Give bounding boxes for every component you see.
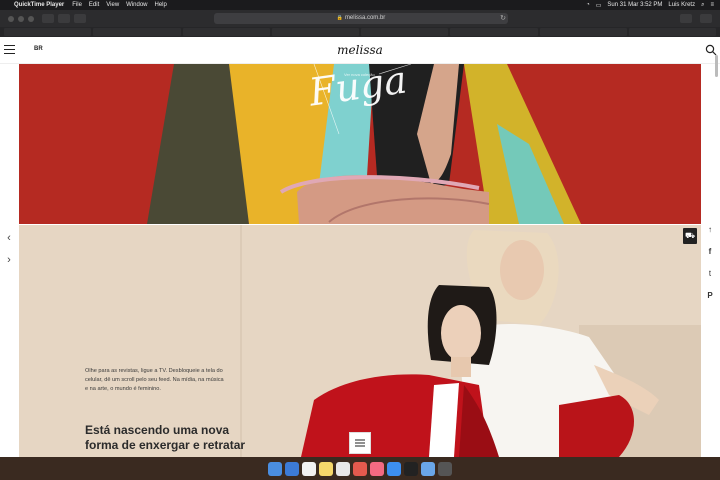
close-window-button[interactable] [8,15,14,22]
menu-app-name[interactable]: QuickTime Player [14,2,64,8]
finder-icon[interactable] [268,461,282,476]
twitter-icon[interactable]: t [709,267,711,281]
notes-icon[interactable] [319,461,333,476]
carousel-next-arrow-icon[interactable]: › [2,251,16,269]
music-icon[interactable] [370,461,384,476]
app-store-icon[interactable] [387,461,401,476]
stack-menu-button[interactable] [349,432,371,454]
editorial-body-copy: Olhe para as revistas, ligue a TV. Desbl… [85,368,224,392]
tab[interactable] [361,28,449,36]
hero-banner-collection[interactable]: Fuga Ver nova coleção [19,64,701,224]
menu-help[interactable]: Help [155,2,167,8]
forward-button[interactable] [58,14,70,23]
tab[interactable] [93,28,181,36]
browser-toolbar: 🔒 melissa.com.br ↻ [0,10,720,27]
site-logo[interactable]: melissa [0,43,720,57]
hero-small-link[interactable]: Ver nova coleção [344,72,375,77]
tab[interactable] [628,28,716,36]
menu-edit[interactable]: Edit [89,2,99,8]
tab[interactable] [4,28,92,36]
address-text: melissa.com.br [344,15,386,21]
wifi-icon[interactable]: ◔ [586,2,590,8]
web-page: BR melissa Fuga Ver nova coleção Olhe pa… [0,37,720,457]
minimize-window-button[interactable] [18,15,24,22]
menu-view[interactable]: View [106,2,119,8]
arrow-up-icon[interactable]: ↑ [708,223,712,237]
trash-icon[interactable] [438,461,452,476]
tab[interactable] [539,28,627,36]
reminders-icon[interactable] [336,461,350,476]
pinterest-icon[interactable]: P [707,289,712,303]
tab[interactable] [271,28,359,36]
sidebar-button[interactable] [74,14,86,23]
back-button[interactable] [42,14,54,23]
search-icon[interactable]: ⌕ [701,2,704,9]
page-scrollbar[interactable] [715,55,718,77]
zoom-window-button[interactable] [28,15,34,22]
hero-banner-editorial: Olhe para as revistas, ligue a TV. Desbl… [19,225,701,457]
address-bar[interactable]: 🔒 melissa.com.br ↻ [214,13,508,24]
share-rail: ↑ f t P [704,223,716,303]
lock-icon: 🔒 [336,15,343,21]
tab[interactable] [182,28,270,36]
stack-icon [355,439,365,447]
tab[interactable] [450,28,538,36]
carousel-prev-arrow-icon[interactable]: ‹ [2,229,16,247]
menu-clock[interactable]: Sun 31 Mar 3:52 PM [607,2,662,8]
editorial-headline: Está nascendo uma nova forma de enxergar… [85,423,246,452]
calendar-icon[interactable] [302,461,316,476]
menu-window[interactable]: Window [126,2,147,8]
macos-menu-bar: QuickTime Player File Edit View Window H… [0,0,720,10]
photos-icon[interactable] [353,461,367,476]
favorites-bar [0,27,720,37]
cart-button[interactable]: ⛟ [683,228,697,244]
menu-file[interactable]: File [72,2,82,8]
menu-list-icon[interactable]: ≡ [710,2,714,8]
reload-icon[interactable]: ↻ [500,13,506,24]
site-header: BR melissa [0,37,720,64]
safari-icon[interactable] [285,461,299,476]
menu-user[interactable]: Luis Kretz [668,2,695,8]
battery-icon[interactable]: ▭ [596,2,602,9]
facebook-icon[interactable]: f [709,245,712,259]
share-button[interactable] [680,14,692,23]
terminal-icon[interactable] [404,461,418,476]
preview-icon[interactable] [421,461,435,476]
tabs-button[interactable] [700,14,712,23]
macos-dock [0,457,720,480]
